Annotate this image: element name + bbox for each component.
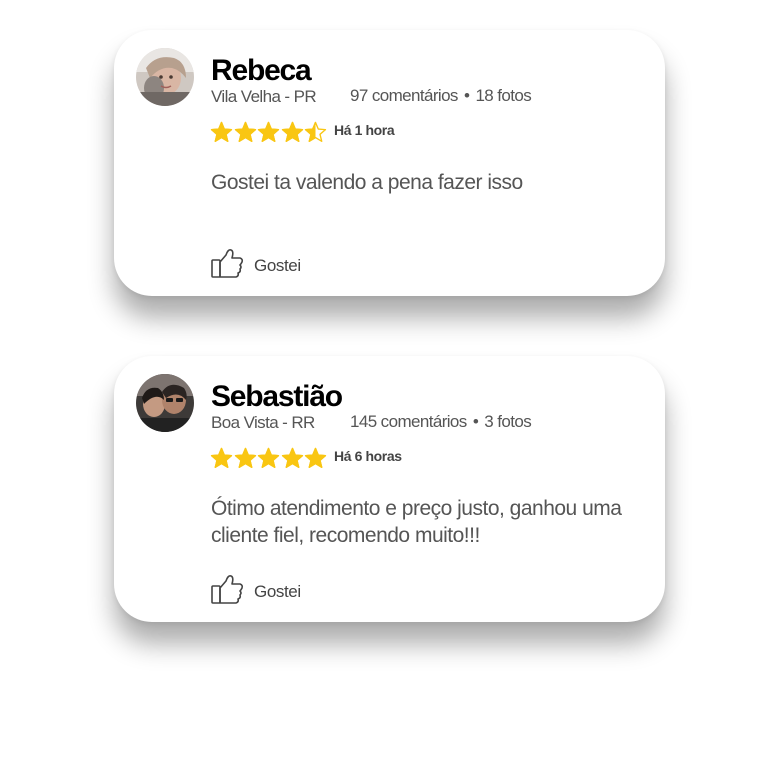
review-text: Ótimo atendimento e preço justo, ganhou … [211,497,622,547]
review-time: Há 6 horas [334,448,402,464]
review-card: Sebastião Boa Vista - RR 145 comentários… [114,356,665,622]
star-full-icon [234,447,256,468]
reviewer-name: Sebastião [211,380,343,413]
reviewer-location: Vila Velha - PR [211,87,317,106]
separator: • [472,412,479,431]
reviewer-name: Rebeca [211,54,312,87]
like-button[interactable]: Gostei [210,246,301,280]
star-full-icon [210,121,233,142]
photos-count: 3 fotos [484,412,532,431]
star-full-icon [281,447,303,468]
star-full-icon [281,121,303,142]
review-text: Gostei ta valendo a pena fazer isso [211,171,523,194]
star-rating [210,445,328,471]
like-label: Gostei [254,582,301,601]
comments-count: 97 comentários [350,86,458,105]
reviewer-stats: 97 comentários • 18 fotos [350,86,532,106]
separator: • [463,86,470,105]
star-full-icon [257,121,280,142]
star-full-icon [234,121,256,142]
reviewer-stats: 145 comentários • 3 fotos [350,412,532,432]
reviewer-location: Boa Vista - RR [211,413,315,432]
thumbs-up-icon [211,249,244,278]
user-avatar[interactable] [136,48,194,106]
like-button[interactable]: Gostei [210,572,301,606]
star-full-icon [210,447,233,468]
photos-count: 18 fotos [475,86,532,105]
review-card: Rebeca Vila Velha - PR 97 comentários • … [114,30,665,296]
reviews-page: Rebeca Vila Velha - PR 97 comentários • … [0,0,768,768]
review-time: Há 1 hora [334,122,395,138]
star-full-icon [257,447,280,468]
star-rating [210,119,328,145]
thumbs-up-icon [211,575,244,604]
like-label: Gostei [254,256,301,275]
star-full-icon [304,447,327,468]
comments-count: 145 comentários [350,412,467,431]
user-avatar[interactable] [136,374,194,432]
star-half-icon [304,121,327,142]
